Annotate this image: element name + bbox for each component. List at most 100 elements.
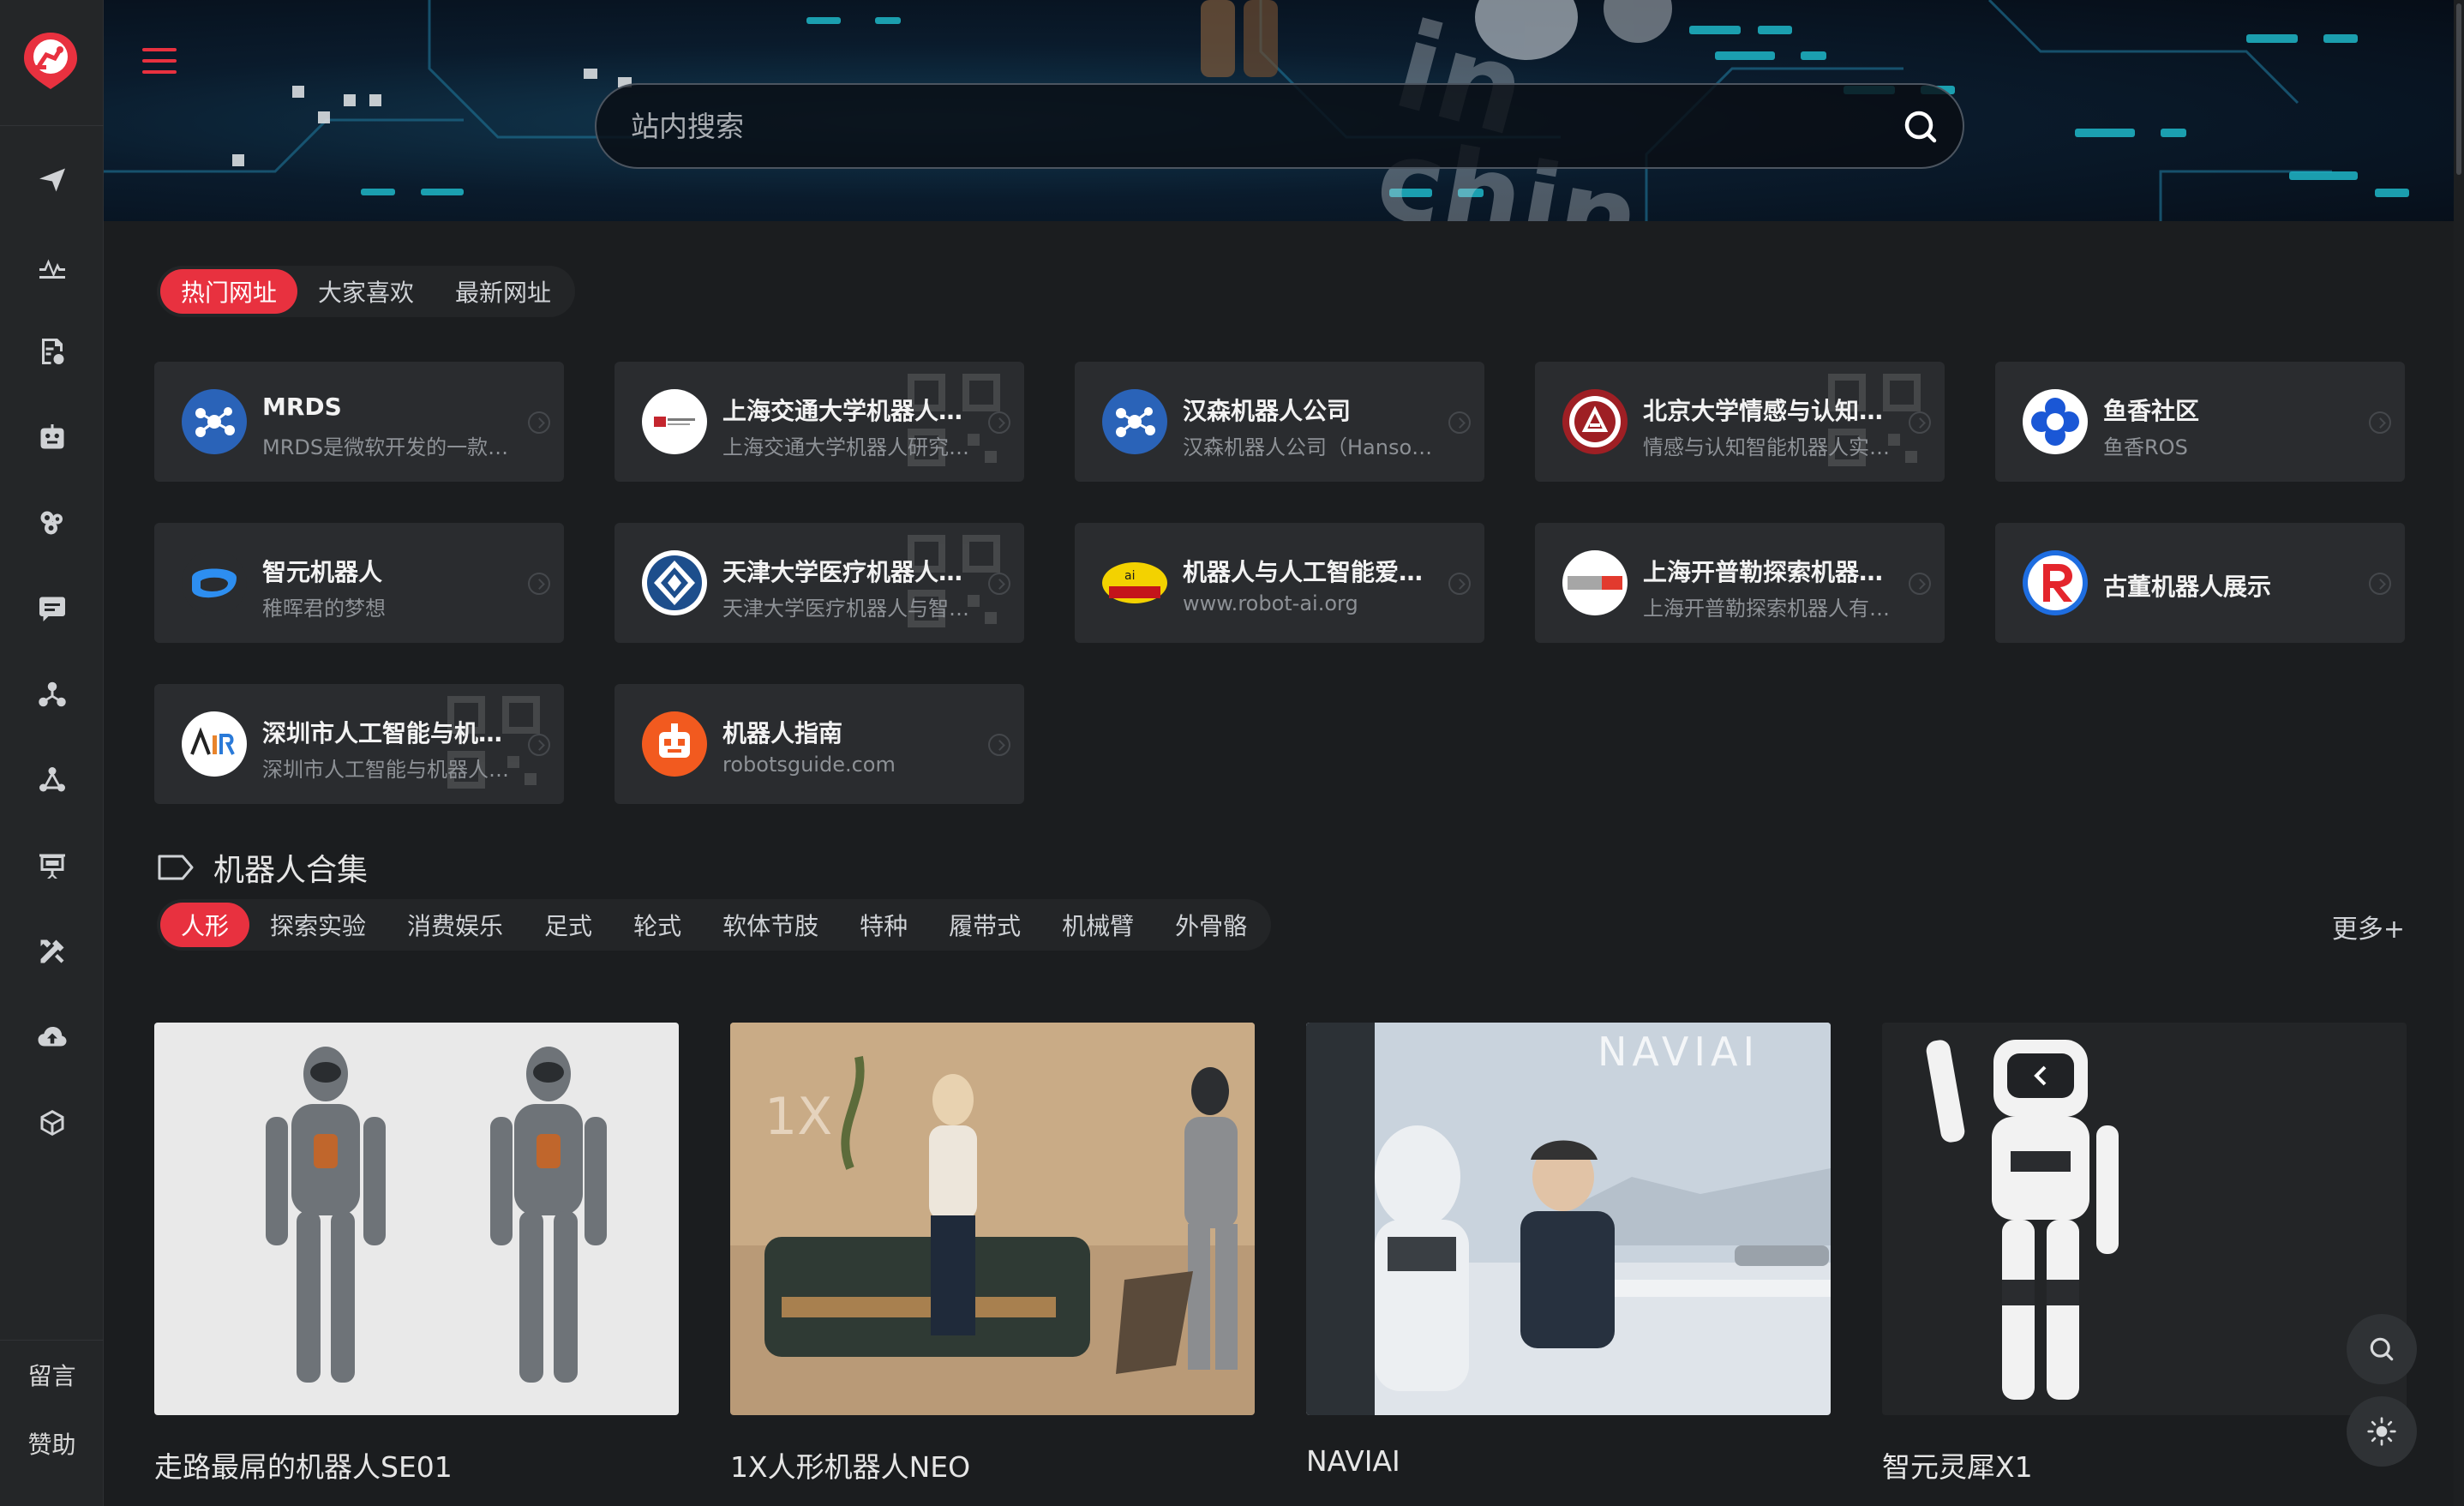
robot-name[interactable]: 1X人形机器人NEO [730, 1444, 1255, 1485]
sidebar-item-gears[interactable] [0, 480, 104, 566]
neo-logo-text: 1X [764, 1087, 832, 1147]
site-card[interactable]: MRDS MRDS是微软开发的一款基... [154, 362, 564, 482]
sidebar-link-sponsor[interactable]: 赞助 [0, 1409, 104, 1478]
robot-head-icon [40, 424, 63, 449]
robot-name[interactable]: NAVIAI [1306, 1444, 1831, 1478]
chart-line-icon [39, 259, 65, 279]
nodes-blue-icon-icon [1100, 387, 1169, 456]
tab-humanoid[interactable]: 人形 [160, 903, 250, 947]
tab-wheeled[interactable]: 轮式 [613, 903, 702, 947]
float-search-button[interactable] [2347, 1314, 2417, 1384]
site-card-title: 汉森机器人公司 [1183, 397, 1352, 425]
naviai-logo-text: NAVIAI [1598, 1029, 1760, 1075]
robot-image-naviai[interactable]: NAVIAI [1306, 1023, 1831, 1415]
robot-image-neo[interactable]: 1X [730, 1023, 1255, 1415]
tab-exploration[interactable]: 探索实验 [249, 903, 387, 947]
sidebar-link-message[interactable]: 留言 [0, 1341, 104, 1409]
site-card[interactable]: 天津大学医疗机器人与... 天津大学医疗机器人与智能... [615, 523, 1024, 643]
tab-popular-sites[interactable]: 大家喜欢 [297, 269, 435, 314]
tab-soft-body[interactable]: 软体节肢 [702, 903, 839, 947]
site-card[interactable]: 鱼香社区 鱼香ROS [1995, 362, 2405, 482]
chat-icon [39, 597, 65, 621]
chevron-right-icon[interactable] [528, 411, 550, 434]
site-card-desc: 稚晖君的梦想 [262, 597, 386, 621]
paper-plane-icon [39, 168, 65, 192]
search-icon [1904, 111, 1937, 143]
menu-toggle-button[interactable] [142, 48, 177, 77]
site-card[interactable]: 汉森机器人公司 汉森机器人公司（Hanson... [1075, 362, 1484, 482]
more-link[interactable]: 更多+ [2332, 908, 2405, 945]
chevron-right-icon[interactable] [1448, 411, 1471, 434]
svg-text:ai: ai [1124, 569, 1135, 583]
tab-robot-arm[interactable]: 机械臂 [1041, 903, 1154, 947]
airs-logo-icon [180, 710, 249, 778]
robot-card-naviai: NAVIAI NAVIAI [1306, 1023, 1831, 1478]
site-card-title: 上海开普勒探索机器人... [1643, 558, 1900, 586]
robot-image-se01[interactable] [154, 1023, 679, 1415]
theme-toggle-button[interactable] [2347, 1396, 2417, 1467]
site-card-title: 天津大学医疗机器人与... [722, 558, 980, 586]
site-card[interactable]: 智元机器人稚晖君的梦想 [154, 523, 564, 643]
site-card[interactable]: ai 机器人与人工智能爱好... www.robot-ai.org [1075, 523, 1484, 643]
tab-tracked[interactable]: 履带式 [928, 903, 1041, 947]
sidebar-item-robot[interactable] [0, 394, 104, 480]
robot-card-se01: 走路最屌的机器人SE01 [154, 1023, 679, 1485]
site-card[interactable]: 机器人指南 robotsguide.com [615, 684, 1024, 804]
site-card[interactable]: 北京大学情感与认知智... 情感与认知智能机器人实验... [1535, 362, 1945, 482]
chevron-right-icon[interactable] [2369, 411, 2391, 434]
site-card-title: 智元机器人 [262, 558, 383, 586]
tab-special[interactable]: 特种 [839, 903, 928, 947]
site-card-title: 深圳市人工智能与机器... [262, 719, 519, 747]
tab-legged[interactable]: 足式 [524, 903, 613, 947]
robot-card-x1: 智元灵犀X1 [1882, 1023, 2407, 1485]
site-card-desc: www.robot-ai.org [1183, 591, 1358, 615]
scrollbar-thumb[interactable] [2456, 3, 2461, 175]
sidebar-item-cube[interactable] [0, 1080, 104, 1166]
chevron-right-icon[interactable] [988, 411, 1010, 434]
site-card-desc: 上海开普勒探索机器人有限... [1643, 597, 1900, 621]
site-card-desc: robotsguide.com [722, 753, 896, 777]
chevron-right-icon[interactable] [528, 573, 550, 595]
tab-consumer[interactable]: 消费娱乐 [387, 903, 524, 947]
site-card[interactable]: 古董机器人展示 [1995, 523, 2405, 643]
sidebar-item-cloud[interactable] [0, 994, 104, 1080]
tab-exoskeleton[interactable]: 外骨骼 [1154, 903, 1268, 947]
nullno-logo-icon [1561, 549, 1629, 617]
site-logo[interactable] [22, 31, 79, 91]
chevron-right-icon[interactable] [1909, 573, 1931, 595]
ai-robot-logo-icon: ai [1100, 549, 1169, 617]
sidebar-item-network[interactable] [0, 651, 104, 737]
molecule-icon [39, 767, 65, 792]
tab-hot-sites[interactable]: 热门网址 [160, 269, 298, 314]
sidebar-item-molecule[interactable] [0, 737, 104, 823]
sidebar-item-docs[interactable] [0, 309, 104, 394]
site-card[interactable]: 上海交通大学机器人研... 上海交通大学机器人研究所... [615, 362, 1024, 482]
section-title: 机器人合集 [213, 853, 369, 888]
robot-image-x1[interactable] [1882, 1023, 2407, 1415]
robot-name[interactable]: 智元灵犀X1 [1882, 1444, 2407, 1485]
sidebar-divider [0, 125, 104, 126]
robot-card-neo: 1X 1X人形机器人NEO [730, 1023, 1255, 1485]
tag-icon [158, 855, 194, 880]
sidebar-item-board[interactable] [0, 823, 104, 909]
chevron-right-icon[interactable] [528, 734, 550, 756]
robot-name[interactable]: 走路最屌的机器人SE01 [154, 1444, 679, 1485]
search-input[interactable] [631, 85, 1865, 167]
sidebar: 留言 赞助 [0, 0, 104, 1506]
site-card[interactable]: 深圳市人工智能与机器... 深圳市人工智能与机器人研... [154, 684, 564, 804]
sidebar-item-chat[interactable] [0, 566, 104, 651]
sidebar-item-trend[interactable] [0, 223, 104, 309]
sidebar-item-tools[interactable] [0, 909, 104, 994]
chevron-right-icon[interactable] [1448, 573, 1471, 595]
site-card[interactable]: 上海开普勒探索机器人... 上海开普勒探索机器人有限... [1535, 523, 1945, 643]
chevron-right-icon[interactable] [2369, 573, 2391, 595]
chevron-right-icon[interactable] [988, 734, 1010, 756]
site-card-title: 古董机器人展示 [2103, 573, 2272, 601]
document-settings-icon [41, 339, 63, 364]
chevron-right-icon[interactable] [1909, 411, 1931, 434]
chevron-right-icon[interactable] [988, 573, 1010, 595]
sidebar-item-send[interactable] [0, 137, 104, 223]
tab-newest-sites[interactable]: 最新网址 [435, 269, 572, 314]
search-submit-button[interactable] [1897, 104, 1944, 150]
page-scrollbar[interactable] [2454, 0, 2464, 1506]
